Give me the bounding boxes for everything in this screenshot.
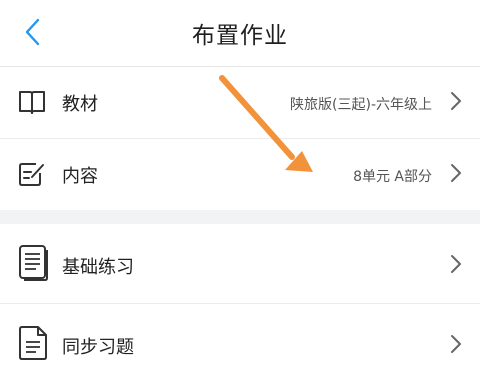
chevron-right-icon — [450, 254, 462, 274]
chevron-right-icon — [450, 91, 462, 111]
sync-exercise-label: 同步习题 — [62, 337, 134, 358]
chevron-right-icon — [450, 163, 462, 183]
chevron-right-icon — [450, 334, 462, 354]
sync-exercise-row[interactable]: 同步习题 — [0, 304, 480, 384]
textbook-row[interactable]: 教材 陕旅版(三起)-六年级上 — [0, 67, 480, 138]
basic-practice-row[interactable]: 基础练习 — [0, 224, 480, 303]
content-value: 8单元 A部分 — [353, 169, 432, 185]
exercise-group: 基础练习 同步习题 — [0, 224, 480, 387]
document-stack-icon — [18, 244, 50, 282]
content-row[interactable]: 内容 8单元 A部分 — [0, 139, 480, 210]
settings-group: 教材 陕旅版(三起)-六年级上 内容 8单元 A部分 — [0, 67, 480, 210]
page-title: 布置作业 — [192, 23, 288, 49]
textbook-value: 陕旅版(三起)-六年级上 — [290, 97, 432, 113]
textbook-label: 教材 — [62, 94, 98, 115]
document-icon — [18, 325, 50, 361]
content-label: 内容 — [62, 166, 98, 187]
edit-icon — [18, 161, 46, 187]
basic-practice-label: 基础练习 — [62, 257, 134, 278]
book-icon — [18, 89, 46, 115]
header-bar: 布置作业 — [0, 0, 480, 67]
